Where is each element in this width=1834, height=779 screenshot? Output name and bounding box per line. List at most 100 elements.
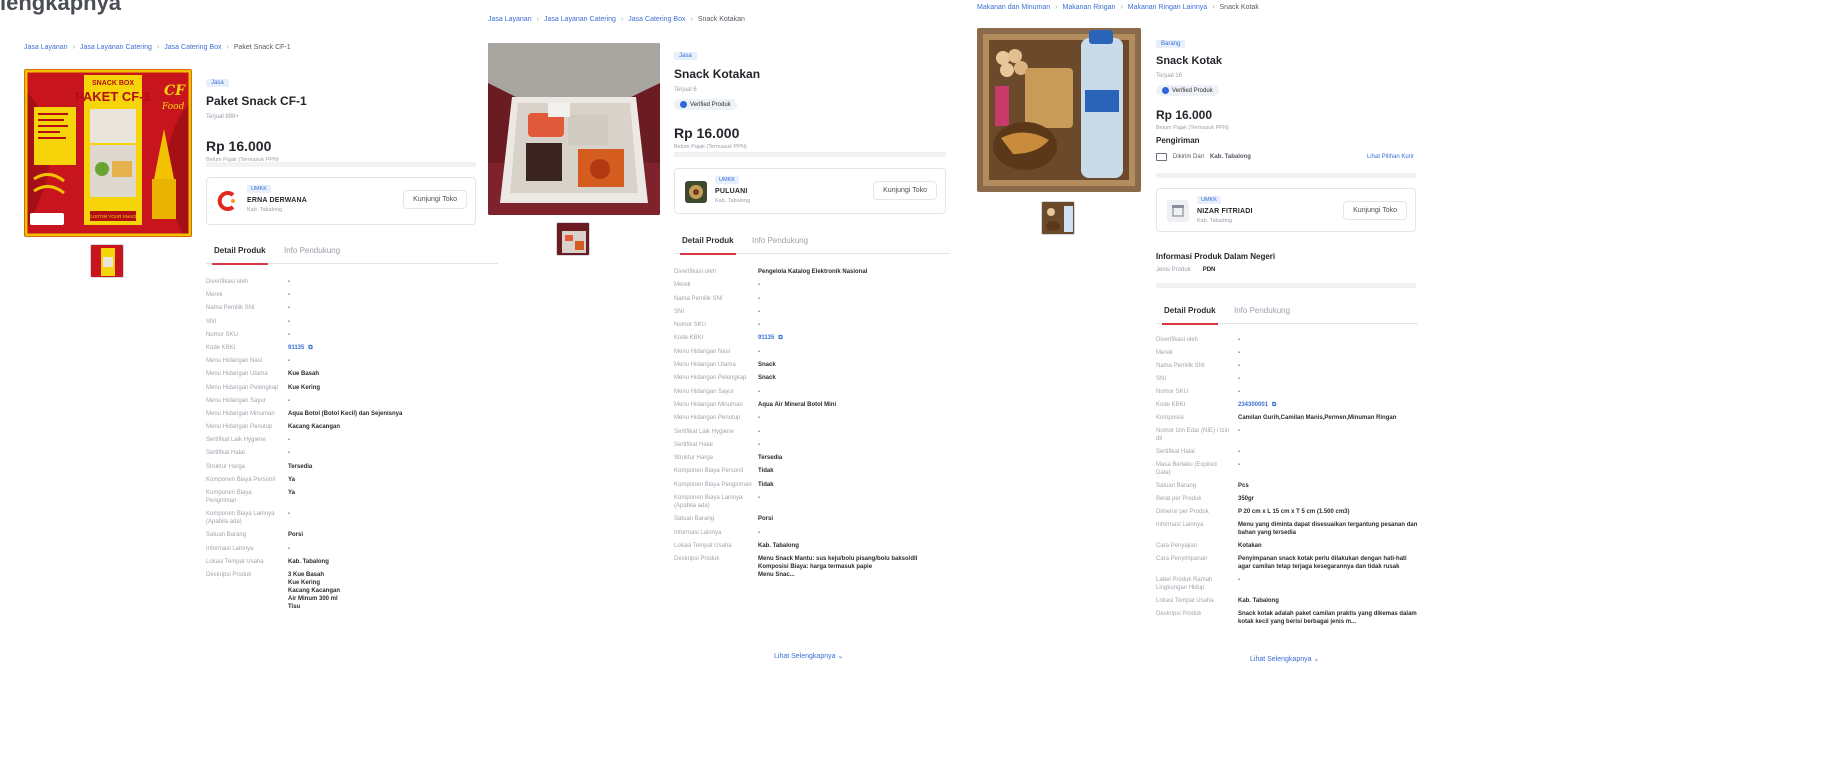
see-more-label: Lihat Selengkapnya — [1250, 656, 1312, 663]
spec-value-text: - — [288, 511, 290, 518]
spec-value: - — [1238, 461, 1418, 469]
product-image[interactable] — [488, 43, 660, 215]
store-card: UMKK NIZAR FITRIADI Kab. Tabalong Kunjun… — [1156, 188, 1416, 232]
visit-store-button[interactable]: Kunjungi Toko — [403, 190, 467, 209]
spec-table: Diverifikasi oleh - Merek - Nama Pemilik SNI… — [206, 278, 506, 616]
spec-value-text: - — [288, 305, 290, 312]
see-more-label: Lihat Selengkapnya — [774, 653, 836, 660]
svg-text:PAKET CF-1: PAKET CF-1 — [75, 89, 151, 104]
spec-value-text: - — [1238, 389, 1240, 395]
spec-value: - — [288, 545, 506, 553]
store-logo[interactable] — [1167, 200, 1189, 222]
breadcrumb-item[interactable]: Makanan Ringan Lainnya — [1128, 4, 1207, 11]
see-more-link[interactable]: Lihat Selengkapnya ⌄ — [774, 652, 843, 660]
spec-value-text: Ya — [288, 476, 296, 483]
external-link-icon[interactable]: ⧉ — [778, 335, 782, 341]
section-divider — [674, 152, 946, 157]
product-image[interactable]: SNACK BOX PAKET CF-1 CF Food CUSTOM YOUR… — [24, 69, 192, 237]
chevron-down-icon: ⌄ — [1313, 656, 1320, 663]
tab-detail-produk[interactable]: Detail Produk — [680, 230, 736, 255]
store-logo[interactable] — [217, 190, 239, 212]
tab-info-pendukung[interactable]: Info Pendukung — [750, 230, 810, 253]
spec-value-text: - — [1238, 376, 1240, 382]
spec-value-text: Snack — [758, 375, 776, 382]
spec-value: Menu yang diminta dapat disesuaikan terg… — [1238, 521, 1418, 537]
spec-value: - — [758, 308, 964, 316]
breadcrumb-item[interactable]: Makanan dan Minuman — [977, 4, 1050, 11]
spec-value: Kab. Tabalong — [1238, 597, 1418, 605]
spec-value-text: - — [1238, 462, 1240, 468]
domestic-product-info: Informasi Produk Dalam Negeri Jenis Prod… — [1156, 252, 1416, 273]
spec-label: Sertifikat Laik Hygiene — [206, 437, 266, 444]
see-more-link[interactable]: Lihat Selengkapnya ⌄ — [1250, 655, 1319, 663]
spec-row: Nomor Izin Edar (NIE) / Izin dll - — [1156, 427, 1418, 448]
product-thumbnail[interactable] — [556, 222, 590, 256]
verified-check-icon — [1162, 87, 1169, 94]
spec-value-text: - — [1238, 363, 1240, 369]
spec-value: - — [288, 331, 506, 339]
external-link-icon[interactable]: ⧉ — [308, 345, 312, 351]
product-thumbnail[interactable] — [1041, 201, 1075, 235]
tab-detail-produk[interactable]: Detail Produk — [212, 240, 268, 265]
spec-label: Sertifikat Halal — [206, 450, 245, 457]
visit-store-button[interactable]: Kunjungi Toko — [873, 181, 937, 200]
spec-value-text: - — [758, 495, 760, 502]
kbki-code-link[interactable]: 234300001 ⧉ — [1238, 401, 1418, 409]
breadcrumb-item[interactable]: Jasa Catering Box — [164, 44, 221, 51]
spec-value-text: - — [288, 292, 290, 299]
spec-label: Komponen Biaya Lainnya (Apabila ada) — [206, 511, 275, 526]
spec-row: Menu Hidangan Pelengkap Kue Kering — [206, 384, 506, 397]
spec-row: Komposisi Camilan Gurih,Camilan Manis,Per… — [1156, 414, 1418, 427]
spec-value: Kue Basah — [288, 370, 506, 378]
breadcrumb-item[interactable]: Jasa Layanan — [24, 44, 68, 51]
spec-row: Lokasi Tempat Usaha Kab. Tabalong — [674, 542, 964, 555]
spec-label: Nomor SKU — [206, 331, 239, 338]
spec-label: Deskripsi Produk — [206, 571, 252, 578]
spec-value-text: - — [758, 415, 760, 422]
external-link-icon[interactable]: ⧉ — [1272, 402, 1276, 408]
breadcrumb-item[interactable]: Jasa Layanan — [488, 16, 532, 23]
spec-row: Lokasi Tempat Usaha Kab. Tabalong — [1156, 597, 1418, 610]
store-badge: UMKK — [1197, 196, 1221, 204]
kbki-code-link[interactable]: 91135 ⧉ — [288, 344, 506, 352]
spec-label: Sertifikat Laik Hygiene — [674, 428, 734, 435]
visit-store-button[interactable]: Kunjungi Toko — [1343, 201, 1407, 220]
tab-info-pendukung[interactable]: Info Pendukung — [1232, 300, 1292, 323]
product-thumbnail[interactable] — [90, 244, 124, 278]
store-name[interactable]: PULUANI — [715, 188, 748, 195]
spec-value-text: 234300001 — [1238, 402, 1269, 408]
section-divider — [206, 162, 476, 167]
courier-options-link[interactable]: Lihat Pilihan Kurir — [1367, 154, 1414, 160]
store-name[interactable]: NIZAR FITRIADI — [1197, 208, 1253, 215]
sold-count: Terjual 6 — [674, 87, 697, 93]
breadcrumb-current: Paket Snack CF-1 — [233, 44, 291, 51]
spec-value: - — [288, 291, 506, 299]
breadcrumb-item[interactable]: Jasa Catering Box — [628, 16, 685, 23]
spec-row: Nomor SKU - — [674, 321, 964, 334]
spec-row: Menu Hidangan Penutup - — [674, 414, 964, 427]
spec-table: Diverifikasi oleh - Merek - Nama Pemilik SNI… — [1156, 336, 1418, 631]
breadcrumb-item[interactable]: Makanan Ringan — [1063, 4, 1116, 11]
category-badge: Jasa — [206, 79, 229, 87]
store-name[interactable]: ERNA DERWANA — [247, 197, 307, 204]
tab-info-pendukung[interactable]: Info Pendukung — [282, 240, 342, 263]
spec-value: - — [1238, 427, 1418, 435]
spec-row: Struktur Harga Tersedia — [206, 463, 506, 476]
tab-detail-produk[interactable]: Detail Produk — [1162, 300, 1218, 325]
breadcrumb-item[interactable]: Jasa Layanan Catering — [544, 16, 616, 23]
product-image[interactable] — [977, 28, 1141, 192]
breadcrumb-item[interactable]: Jasa Layanan Catering — [80, 44, 152, 51]
spec-value-text: 3 Kue Basah Kue Kering Kacang Kacangan A… — [288, 571, 341, 610]
domestic-product-row: Jenis Produk PDN — [1156, 267, 1416, 273]
spec-row: Menu Hidangan Utama Snack — [674, 361, 964, 374]
spec-value-text: Tersedia — [288, 463, 313, 470]
spec-value-text: Porsi — [758, 516, 774, 523]
spec-value-text: - — [1238, 337, 1240, 343]
spec-label: Cara Penyimpanan — [1156, 556, 1208, 562]
kbki-code-link[interactable]: 91135 ⧉ — [758, 334, 964, 342]
spec-row: Kode KBKI 91135 ⧉ — [674, 334, 964, 347]
spec-label: Menu Hidangan Nasi — [674, 348, 731, 355]
store-logo[interactable] — [685, 181, 707, 203]
spec-value: - — [1238, 349, 1418, 357]
spec-value: - — [758, 494, 964, 502]
